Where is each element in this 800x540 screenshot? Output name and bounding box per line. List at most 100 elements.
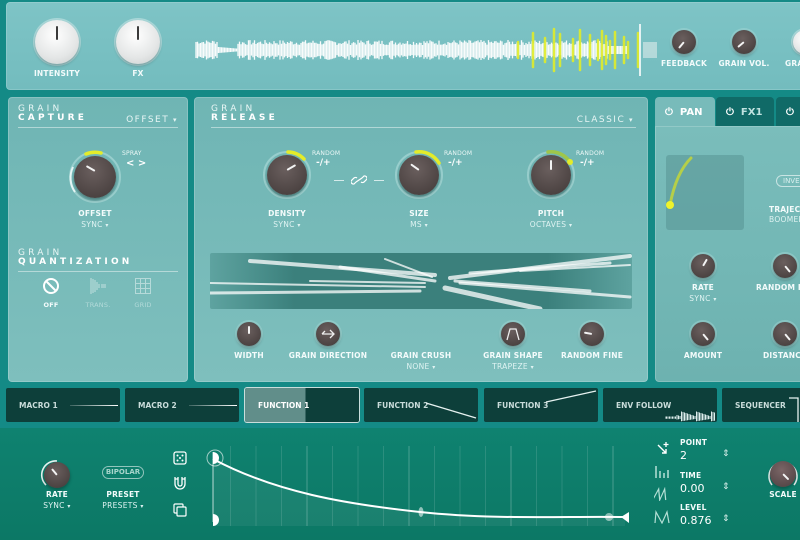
scale-knob[interactable] <box>770 461 796 487</box>
level-label: LEVEL <box>680 503 707 512</box>
pitch-knob[interactable] <box>531 155 571 195</box>
grain-partial-knob[interactable] <box>793 30 800 54</box>
tab-fx1[interactable]: ⏻ FX1 <box>716 97 774 127</box>
density-knob[interactable] <box>267 155 307 195</box>
release-mode-dropdown[interactable]: CLASSIC ▾ <box>577 115 634 125</box>
app-root: INTENSITY FX FEEDBACK GRAIN VOL. GRA GRA… <box>0 0 800 540</box>
grain-release-title: GRAIN RELEASE <box>211 105 278 123</box>
preset-dropdown[interactable]: PRESETS ▾ <box>93 501 153 510</box>
grain-shape-knob[interactable] <box>501 322 525 346</box>
pitch-unit-dropdown[interactable]: OCTAVES ▾ <box>516 220 586 229</box>
fn-rate-knob[interactable] <box>44 462 70 488</box>
fn-rate-label: RATE <box>45 490 69 499</box>
intensity-knob[interactable] <box>35 20 79 64</box>
bars-icon[interactable] <box>654 465 670 479</box>
fn-rate-sync-dropdown[interactable]: SYNC ▾ <box>27 501 87 510</box>
pan-trajectory-pad[interactable] <box>666 155 744 230</box>
dice-icon[interactable] <box>173 451 187 465</box>
mod-tile-sequencer[interactable]: SEQUENCER <box>722 388 800 422</box>
triangle-shape-icon[interactable] <box>654 510 670 524</box>
capture-mode-dropdown[interactable]: OFFSET ▾ <box>126 115 178 125</box>
size-unit-dropdown[interactable]: MS ▾ <box>389 220 449 229</box>
level-stepper[interactable]: ⇕ <box>722 514 730 524</box>
time-value[interactable]: 0.00 <box>680 482 705 495</box>
width-knob[interactable] <box>237 322 261 346</box>
pan-rate-sync-dropdown[interactable]: SYNC ▾ <box>673 294 733 303</box>
pitch-random-toggle[interactable]: -/+ <box>580 158 595 168</box>
top-bar: INTENSITY FX FEEDBACK GRAIN VOL. GRA <box>6 2 800 90</box>
power-icon: ⏻ <box>726 106 734 118</box>
size-unit-value: MS <box>410 220 422 229</box>
chevron-down-icon: ▾ <box>140 503 144 510</box>
spray-range-arc <box>84 150 103 156</box>
random-fine-knob[interactable] <box>580 322 604 346</box>
grain-shape-dropdown[interactable]: TRAPEZE ▾ <box>478 362 548 371</box>
bipolar-toggle[interactable]: BIPOLAR <box>102 466 144 479</box>
quant-option-transient[interactable]: TRANS. <box>83 277 113 309</box>
mod-tile-macro-2[interactable]: MACRO 2 <box>125 388 239 422</box>
mod-tile-function-2[interactable]: FUNCTION 2 <box>364 388 478 422</box>
grain-streak <box>442 285 543 309</box>
amount-label: AMOUNT <box>683 351 723 360</box>
random-pan-knob[interactable] <box>773 254 797 278</box>
mod-tile-function-3[interactable]: FUNCTION 3 <box>484 388 598 422</box>
grain-streak <box>309 280 426 284</box>
ramp-shape-icon[interactable] <box>654 487 670 501</box>
trajectory-dropdown[interactable]: BOOMER <box>769 215 800 224</box>
grain-crush-dropdown[interactable]: NONE ▾ <box>386 362 456 371</box>
size-knob[interactable] <box>399 155 439 195</box>
title-bottom: QUANTIZATION <box>18 257 133 267</box>
level-value[interactable]: 0.876 <box>680 514 712 527</box>
grain-streaks <box>210 254 632 309</box>
off-icon <box>43 278 59 294</box>
title-bottom: CAPTURE <box>18 113 88 123</box>
invert-button[interactable]: INVE <box>776 175 800 187</box>
offset-sync-value: SYNC <box>81 220 103 229</box>
mod-label: MACRO 1 <box>19 400 58 410</box>
tab-fx2[interactable]: ⏻ <box>776 97 800 127</box>
mod-tile-macro-1[interactable]: MACRO 1 <box>6 388 120 422</box>
transient-icon <box>90 278 106 294</box>
spray-toggle[interactable]: < > <box>126 158 146 169</box>
density-sync-dropdown[interactable]: SYNC ▾ <box>257 220 317 229</box>
density-random-label: RANDOM <box>312 150 341 157</box>
function-editor: RATE SYNC ▾ BIPOLAR PRESET PRESETS ▾ POI… <box>0 428 800 540</box>
function-envelope-graph[interactable] <box>205 442 635 532</box>
quant-option-grid[interactable]: GRID <box>128 277 158 309</box>
density-random-toggle[interactable]: -/+ <box>316 158 331 168</box>
quant-option-off[interactable]: OFF <box>36 277 66 309</box>
link-density-size[interactable] <box>334 173 384 187</box>
pan-rate-label: RATE <box>691 283 715 292</box>
time-stepper[interactable]: ⇕ <box>722 482 730 492</box>
point-stepper[interactable]: ⇕ <box>722 449 730 459</box>
mod-tile-env-follow[interactable]: ENV FOLLOW <box>603 388 717 422</box>
chevron-down-icon: ▾ <box>67 503 71 510</box>
offset-label: OFFSET <box>78 209 112 218</box>
point-value[interactable]: 2 <box>680 449 687 462</box>
curve-handle <box>418 507 424 517</box>
pan-rate-knob[interactable] <box>691 254 715 278</box>
preset-value: PRESETS <box>102 501 138 510</box>
feedback-knob[interactable] <box>672 30 696 54</box>
amount-knob[interactable] <box>691 322 715 346</box>
tab-pan[interactable]: ⏻ PAN <box>655 97 715 127</box>
grain-direction-knob[interactable] <box>316 322 340 346</box>
mod-tile-function-1[interactable]: FUNCTION 1 <box>245 388 359 422</box>
density-sync-value: SYNC <box>273 220 295 229</box>
offset-sync-dropdown[interactable]: SYNC ▾ <box>65 220 125 229</box>
quant-trans-label: TRANS. <box>85 301 111 309</box>
grain-vol-knob[interactable] <box>732 30 756 54</box>
add-point-icon[interactable] <box>655 441 671 457</box>
grain-shape-label: GRAIN SHAPE <box>483 351 543 360</box>
fx-knob[interactable] <box>116 20 160 64</box>
mod-label: FUNCTION 3 <box>497 400 549 410</box>
chevron-down-icon: ▾ <box>530 364 534 371</box>
magnet-icon[interactable] <box>173 476 187 491</box>
distance-knob[interactable] <box>773 322 797 346</box>
sample-waveform[interactable] <box>188 20 658 80</box>
trajectory-curve <box>666 156 693 209</box>
pan-rate-sync-value: SYNC <box>689 294 711 303</box>
offset-knob[interactable] <box>74 156 116 198</box>
copy-icon[interactable] <box>173 503 187 517</box>
size-random-toggle[interactable]: -/+ <box>448 158 463 168</box>
